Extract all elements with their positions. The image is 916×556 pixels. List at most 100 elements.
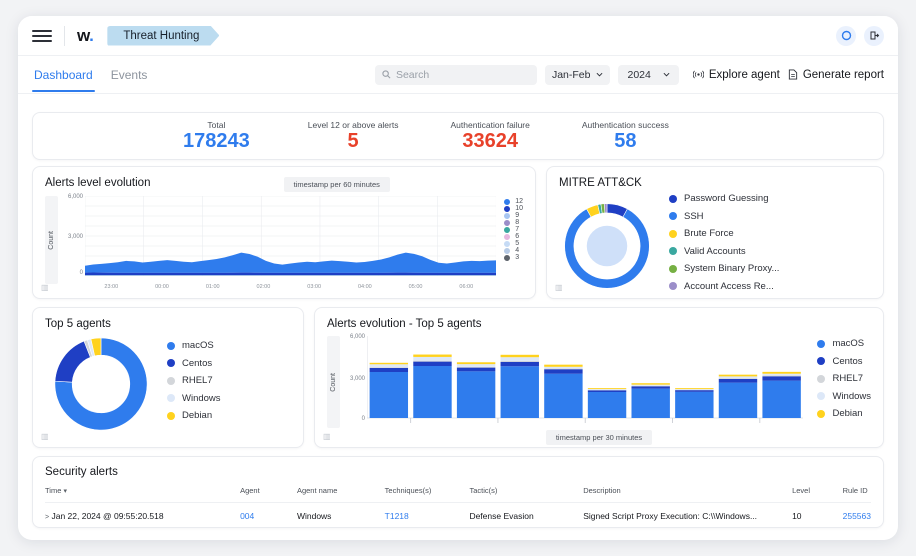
legend-label: System Binary Proxy... — [684, 263, 779, 274]
resize-handle-icon[interactable]: ▥ — [41, 432, 49, 441]
legend-item[interactable]: 12 — [504, 198, 523, 205]
breadcrumb[interactable]: Threat Hunting — [107, 26, 219, 46]
cell-agent[interactable]: 004 — [240, 503, 297, 530]
cell-techniques[interactable]: T1218 — [385, 503, 470, 530]
panel-title: Security alerts — [45, 466, 871, 478]
column-tactics[interactable]: Tactic(s) — [469, 478, 583, 503]
stat-value: 58 — [582, 131, 669, 152]
legend-item[interactable]: 5 — [504, 240, 523, 247]
legend-swatch — [504, 206, 510, 212]
stats-panel: Total 178243 Level 12 or above alerts 5 … — [32, 112, 884, 160]
expand-row-icon[interactable]: > — [45, 514, 49, 521]
panel-header: Alerts level evolution timestamp per 60 … — [45, 177, 523, 192]
legend-item[interactable]: macOS — [167, 340, 221, 351]
column-time[interactable]: Time ▾ — [45, 478, 240, 503]
circle-icon[interactable] — [836, 26, 856, 46]
app-logo[interactable]: w. — [77, 26, 93, 46]
legend-label: 12 — [515, 198, 523, 205]
y-tick: 0 — [362, 416, 365, 422]
legend-item[interactable]: RHEL7 — [817, 373, 871, 384]
legend-item[interactable]: Debian — [167, 410, 221, 421]
legend-label: 4 — [515, 247, 519, 254]
legend-item[interactable]: RHEL7 — [167, 375, 221, 386]
legend-item[interactable]: Centos — [817, 356, 871, 367]
resize-handle-icon[interactable]: ▥ — [41, 283, 49, 292]
bar-plot — [367, 336, 803, 428]
column-level[interactable]: Level — [792, 478, 843, 503]
legend-item[interactable]: Windows — [167, 393, 221, 404]
stat-label: Authentication success — [582, 120, 669, 130]
hamburger-menu-icon[interactable] — [32, 30, 52, 42]
generate-report-button[interactable]: Generate report — [788, 69, 884, 81]
year-filter-dropdown[interactable]: 2024 — [618, 65, 678, 85]
resize-handle-icon[interactable]: ▥ — [555, 283, 563, 292]
legend-item[interactable]: Brute Force — [669, 228, 779, 239]
column-agent-name[interactable]: Agent name — [297, 478, 385, 503]
alerts-evolution-agents-panel: Alerts evolution - Top 5 agents Count 6,… — [314, 307, 884, 448]
legend-label: RHEL7 — [832, 373, 863, 384]
legend-swatch — [504, 255, 510, 261]
legend-label: 3 — [515, 254, 519, 261]
legend-label: Windows — [182, 393, 221, 404]
legend-label: Valid Accounts — [684, 246, 746, 257]
stat-label: Level 12 or above alerts — [308, 120, 399, 130]
cell-agent-name: Windows — [297, 503, 385, 530]
legend-item[interactable]: SSH — [669, 211, 779, 222]
search-input[interactable]: Search — [375, 65, 537, 85]
cell-rule-id[interactable]: 255563 — [843, 503, 871, 530]
stat-total: Total 178243 — [183, 120, 250, 152]
month-filter-dropdown[interactable]: Jan-Feb — [545, 65, 611, 85]
top-bar-actions — [836, 26, 884, 46]
legend-swatch — [669, 282, 677, 290]
resize-handle-icon[interactable]: ▥ — [323, 432, 331, 441]
top-agents-donut-chart — [45, 336, 157, 432]
table-row[interactable]: > Jan 22, 2024 @ 09:55:20.518 004 Window… — [45, 503, 871, 530]
month-filter-value: Jan-Feb — [552, 69, 591, 81]
legend-item[interactable]: 6 — [504, 233, 523, 240]
legend-swatch — [504, 234, 510, 240]
legend-label: Debian — [832, 408, 862, 419]
legend-item[interactable]: Valid Accounts — [669, 246, 779, 257]
legend-item[interactable]: Centos — [167, 358, 221, 369]
column-techniques[interactable]: Techniques(s) — [385, 478, 470, 503]
exit-icon[interactable] — [864, 26, 884, 46]
legend-swatch — [504, 227, 510, 233]
legend-swatch — [504, 248, 510, 254]
broadcast-icon — [693, 70, 704, 79]
column-agent[interactable]: Agent — [240, 478, 297, 503]
divider — [64, 26, 65, 46]
legend-item[interactable]: 8 — [504, 219, 523, 226]
legend-item[interactable]: 3 — [504, 254, 523, 261]
legend-item[interactable]: Windows — [817, 391, 871, 402]
tab-events[interactable]: Events — [109, 57, 150, 92]
explore-agent-button[interactable]: Explore agent — [693, 69, 780, 81]
x-axis-ticks: 23:0000:0001:0002:0003:0004:0005:0006:00 — [85, 284, 523, 294]
legend-label: 9 — [515, 212, 519, 219]
legend-item[interactable]: 9 — [504, 212, 523, 219]
y-axis-ticks: 6,000 3,000 0 — [345, 336, 367, 428]
legend-item[interactable]: 7 — [504, 226, 523, 233]
legend-label: 10 — [515, 205, 523, 212]
legend-swatch — [167, 342, 175, 350]
column-description[interactable]: Description — [583, 478, 792, 503]
y-tick: 3,000 — [68, 234, 83, 240]
mitre-attack-panel: MITRE ATT&CK Password Guessing SSH Brute… — [546, 166, 884, 299]
x-tick: 05:00 — [409, 284, 423, 290]
explore-agent-label: Explore agent — [709, 69, 780, 81]
legend-item[interactable]: System Binary Proxy... — [669, 263, 779, 274]
legend-item[interactable]: Account Access Re... — [669, 281, 779, 292]
y-tick: 6,000 — [350, 334, 365, 340]
top-agents-legend: macOS Centos RHEL7 Windows Debian — [167, 340, 221, 428]
legend-label: macOS — [832, 338, 864, 349]
tab-dashboard[interactable]: Dashboard — [32, 57, 95, 92]
legend-item[interactable]: macOS — [817, 338, 871, 349]
panel-title: MITRE ATT&CK — [559, 177, 871, 189]
legend-item[interactable]: Password Guessing — [669, 193, 779, 204]
column-rule-id[interactable]: Rule ID — [843, 478, 871, 503]
legend-item[interactable]: 10 — [504, 205, 523, 212]
cell-time: > Jan 22, 2024 @ 09:55:20.518 — [45, 503, 240, 530]
cell-level: 10 — [792, 503, 843, 530]
legend-item[interactable]: Debian — [817, 408, 871, 419]
legend-label: Centos — [832, 356, 862, 367]
legend-item[interactable]: 4 — [504, 247, 523, 254]
